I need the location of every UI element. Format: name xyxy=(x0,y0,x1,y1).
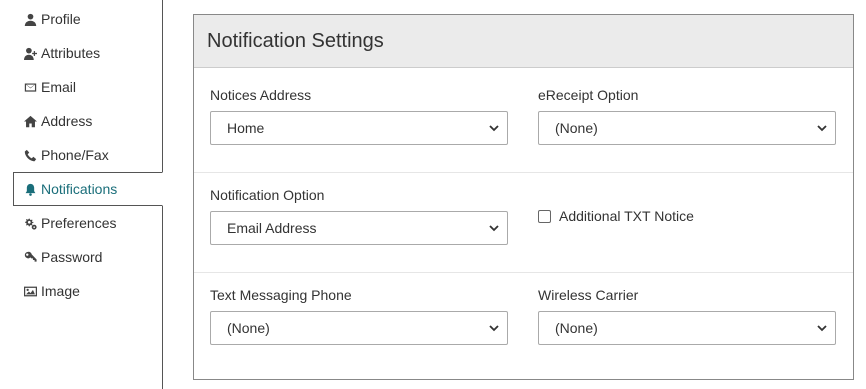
sidebar-item-preferences[interactable]: Preferences xyxy=(13,206,163,240)
home-icon xyxy=(23,114,37,128)
text-messaging-phone-select[interactable]: (None) xyxy=(210,311,508,345)
chevron-down-icon xyxy=(817,120,827,136)
settings-sidebar: Profile Attributes Email Address Phone/F… xyxy=(0,0,163,389)
sidebar-item-label: Phone/Fax xyxy=(41,147,109,163)
text-messaging-phone-field: Text Messaging Phone (None) xyxy=(210,285,508,345)
additional-txt-notice-option[interactable]: Additional TXT Notice xyxy=(538,208,694,224)
notification-option-value: Email Address xyxy=(227,220,317,236)
form-row: Notices Address Home eReceipt Option (No… xyxy=(194,70,853,170)
notification-option-field: Notification Option Email Address xyxy=(210,185,508,245)
ereceipt-option-field: eReceipt Option (None) xyxy=(538,85,836,145)
notification-option-select[interactable]: Email Address xyxy=(210,211,508,245)
ereceipt-option-label: eReceipt Option xyxy=(538,87,639,103)
panel-title: Notification Settings xyxy=(194,15,853,68)
sidebar-item-label: Address xyxy=(41,113,93,129)
chevron-down-icon xyxy=(489,320,499,336)
image-icon xyxy=(23,284,37,298)
sidebar-item-attributes[interactable]: Attributes xyxy=(13,36,163,70)
sidebar-item-notifications[interactable]: Notifications xyxy=(13,172,163,206)
form-row: Text Messaging Phone (None) Wireless Car… xyxy=(194,272,853,372)
notification-settings-panel: Notification Settings Notices Address Ho… xyxy=(193,14,854,380)
account-settings-page: Profile Attributes Email Address Phone/F… xyxy=(0,0,866,389)
sidebar-item-phone-fax[interactable]: Phone/Fax xyxy=(13,138,163,172)
cogs-icon xyxy=(23,216,37,230)
ereceipt-option-select[interactable]: (None) xyxy=(538,111,836,145)
notices-address-field: Notices Address Home xyxy=(210,85,508,145)
ereceipt-option-value: (None) xyxy=(555,120,598,136)
text-messaging-phone-label: Text Messaging Phone xyxy=(210,287,352,303)
sidebar-item-image[interactable]: Image xyxy=(13,274,163,308)
notices-address-value: Home xyxy=(227,120,265,136)
sidebar-item-label: Profile xyxy=(41,11,81,27)
sidebar-item-label: Preferences xyxy=(41,215,117,231)
text-messaging-phone-value: (None) xyxy=(227,320,270,336)
sidebar-item-email[interactable]: Email xyxy=(13,70,163,104)
chevron-down-icon xyxy=(489,120,499,136)
chevron-down-icon xyxy=(489,220,499,236)
wireless-carrier-label: Wireless Carrier xyxy=(538,287,639,303)
sidebar-item-label: Attributes xyxy=(41,45,101,61)
additional-txt-notice-label: Additional TXT Notice xyxy=(559,208,694,224)
key-icon xyxy=(23,250,37,264)
wireless-carrier-select[interactable]: (None) xyxy=(538,311,836,345)
notices-address-select[interactable]: Home xyxy=(210,111,508,145)
notification-option-label: Notification Option xyxy=(210,187,325,203)
sidebar-item-label: Notifications xyxy=(41,181,118,197)
sidebar-item-address[interactable]: Address xyxy=(13,104,163,138)
user-plus-icon xyxy=(23,46,37,60)
wireless-carrier-field: Wireless Carrier (None) xyxy=(538,285,836,345)
sidebar-item-profile[interactable]: Profile xyxy=(13,2,163,36)
sidebar-item-label: Image xyxy=(41,283,80,299)
user-icon xyxy=(23,12,37,26)
wireless-carrier-value: (None) xyxy=(555,320,598,336)
envelope-icon xyxy=(23,80,37,94)
sidebar-item-label: Email xyxy=(41,79,77,95)
form-row: Notification Option Email Address Additi… xyxy=(194,172,853,272)
chevron-down-icon xyxy=(817,320,827,336)
additional-txt-notice-checkbox[interactable] xyxy=(538,209,551,223)
notices-address-label: Notices Address xyxy=(210,87,312,103)
phone-icon xyxy=(23,148,37,162)
bell-icon xyxy=(23,182,37,196)
sidebar-item-password[interactable]: Password xyxy=(13,240,163,274)
sidebar-item-label: Password xyxy=(41,249,103,265)
